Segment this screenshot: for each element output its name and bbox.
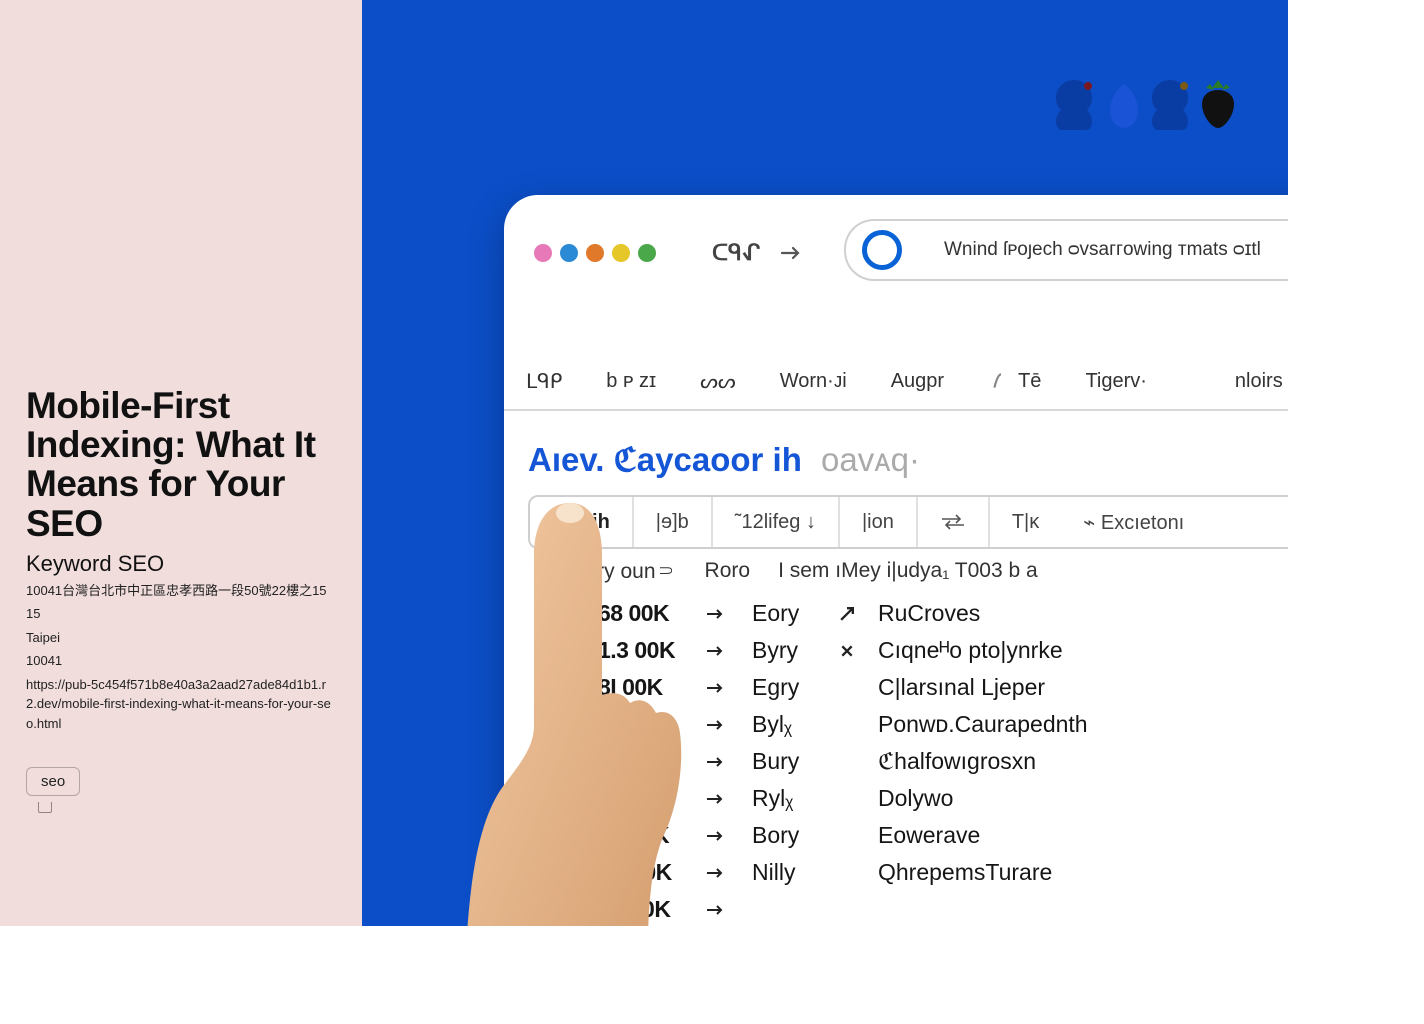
filter-bar: ηvalih |ɘ]b ˜12lifeg ↓ |ion T|ᴋ ⌁ Excıet… <box>528 495 1288 549</box>
subrow-item: I sem ıMey i|udya₁ T003 b a <box>778 559 1038 583</box>
logo-cluster <box>1052 78 1240 130</box>
info-sidebar: Mobile-First Indexing: What It Means for… <box>0 0 362 926</box>
filter-cell[interactable]: ⌁ Excıetonı <box>1061 497 1206 547</box>
tab-item[interactable]: Tigerv· <box>1085 370 1146 393</box>
search-text: Wnind ſᴘoȷech ᴑvsaᴦᴦoᴡing ᴛmats ᴑɪtl <box>944 239 1261 261</box>
meta-line-1: 15 <box>26 604 336 624</box>
browser-window: ᑕᑫᖋ Wnind ſᴘoȷech ᴑvsaᴦᴦoᴡing ᴛmats ᴑɪtl… <box>504 195 1288 926</box>
result-row[interactable]: 1.3 00K Byry Cıqneᴴo pto|ynrke <box>598 632 1288 669</box>
trend-icon <box>706 903 724 917</box>
tab-item[interactable]: Augpr <box>891 370 944 393</box>
subrow-item[interactable]: Hry oun⸧ <box>582 557 677 585</box>
tag-chip[interactable]: seo <box>26 767 80 796</box>
marker-icon <box>840 607 854 621</box>
traffic-dot[interactable] <box>612 244 630 262</box>
result-row[interactable]: 82 00K Bury ℭhalfowıgrosxn <box>598 743 1288 780</box>
result-row[interactable]: 68 00K Eory RuCroves <box>598 595 1288 632</box>
filter-cell[interactable] <box>918 497 990 547</box>
trend-icon <box>706 866 724 880</box>
tab-item[interactable]: nloirs <box>1235 370 1283 393</box>
result-row[interactable]: 8F 00K <box>598 891 1288 926</box>
expand-icon[interactable] <box>38 802 52 813</box>
result-row[interactable]: 32 00K Bory Eowerave <box>598 817 1288 854</box>
result-row[interactable]: 80 00K Bylᵪ Ponwᴅ.Caurapednth <box>598 706 1288 743</box>
window-toolbar: ᑕᑫᖋ Wnind ſᴘoȷech ᴑvsaᴦᴦoᴡing ᴛmats ᴑɪtl <box>528 229 1288 277</box>
tab-item[interactable]: Tē <box>988 370 1041 393</box>
forward-icon[interactable] <box>780 246 802 260</box>
filter-cell[interactable]: |ion <box>840 497 918 547</box>
trend-icon <box>706 792 724 806</box>
result-row[interactable]: 17 004 Rylᵪ Dᴏlywo <box>598 780 1288 817</box>
search-icon <box>862 230 902 270</box>
results-list: 68 00K Eory RuCroves 1.3 00K Byry Cıqneᴴ… <box>598 595 1288 926</box>
logo-glyph-3 <box>1148 78 1192 130</box>
tab-item[interactable]: ᔕᔕ <box>700 369 736 394</box>
tab-item[interactable]: ᒪᑫᑭ <box>526 369 562 394</box>
trend-icon <box>706 718 724 732</box>
logo-glyph-2 <box>1100 78 1144 130</box>
result-row[interactable]: 8I 00K Egry C|larsınal Ljeper <box>598 669 1288 706</box>
heading-sub: ᴏavᴀq· <box>821 441 920 478</box>
trend-icon <box>706 755 724 769</box>
heading-main: Aıev. ℭaycaoor ih <box>528 441 802 478</box>
page-subtitle: Keyword SEO <box>26 551 336 577</box>
meta-line-2: Taipei <box>26 628 336 648</box>
traffic-dot[interactable] <box>560 244 578 262</box>
strawberry-icon <box>1196 78 1240 130</box>
filter-cell[interactable]: T|ᴋ <box>990 497 1061 547</box>
meta-line-0: 10041台灣台北市中正區忠孝西路一段50號22樓之15 <box>26 581 336 601</box>
page-title: Mobile-First Indexing: What It Means for… <box>26 386 336 543</box>
filter-cell[interactable]: ηvalih <box>530 497 634 547</box>
tab-icon <box>988 370 1014 392</box>
trend-icon <box>706 681 724 695</box>
filter-cell[interactable]: ˜12lifeg ↓ <box>713 497 840 547</box>
illustration-canvas: ᑕᑫᖋ Wnind ſᴘoȷech ᴑvsaᴦᴦoᴡing ᴛmats ᴑɪtl… <box>362 0 1288 926</box>
address-bar[interactable]: Wnind ſᴘoȷech ᴑvsaᴦᴦoᴡing ᴛmats ᴑɪtl <box>844 219 1288 281</box>
result-row[interactable]: S0 00K Nilly QhrepemsTurare <box>598 854 1288 891</box>
reload-icon[interactable]: ᑕᑫᖋ <box>712 240 760 266</box>
meta-url: https://pub-5c454f571b8e40a3a2aad27ade84… <box>26 675 336 734</box>
window-controls <box>534 244 656 262</box>
traffic-dot[interactable] <box>586 244 604 262</box>
filter-cell[interactable]: |ɘ]b <box>634 497 713 547</box>
trend-icon <box>706 644 724 658</box>
category-tabs: ᒪᑫᑭ b ᴘ ᴢɪ ᔕᔕ Worn·ᴊi Augpr Tē Tigerv· n… <box>504 353 1288 411</box>
logo-glyph-1 <box>1052 78 1096 130</box>
marker-icon <box>840 644 854 658</box>
tab-item[interactable]: Worn·ᴊi <box>780 370 847 393</box>
trend-icon <box>706 829 724 843</box>
swap-icon <box>940 514 966 530</box>
meta-line-3: 10041 <box>26 651 336 671</box>
traffic-dot[interactable] <box>638 244 656 262</box>
sub-header-row: Hry oun⸧ Roro I sem ıMey i|udya₁ T003 b … <box>582 557 1038 585</box>
traffic-dot[interactable] <box>534 244 552 262</box>
subrow-item[interactable]: Roro <box>705 559 751 583</box>
tab-item[interactable]: b ᴘ ᴢɪ <box>606 370 656 393</box>
results-heading: Aıev. ℭaycaoor ih ᴏavᴀq· <box>528 440 920 479</box>
trend-icon <box>706 607 724 621</box>
